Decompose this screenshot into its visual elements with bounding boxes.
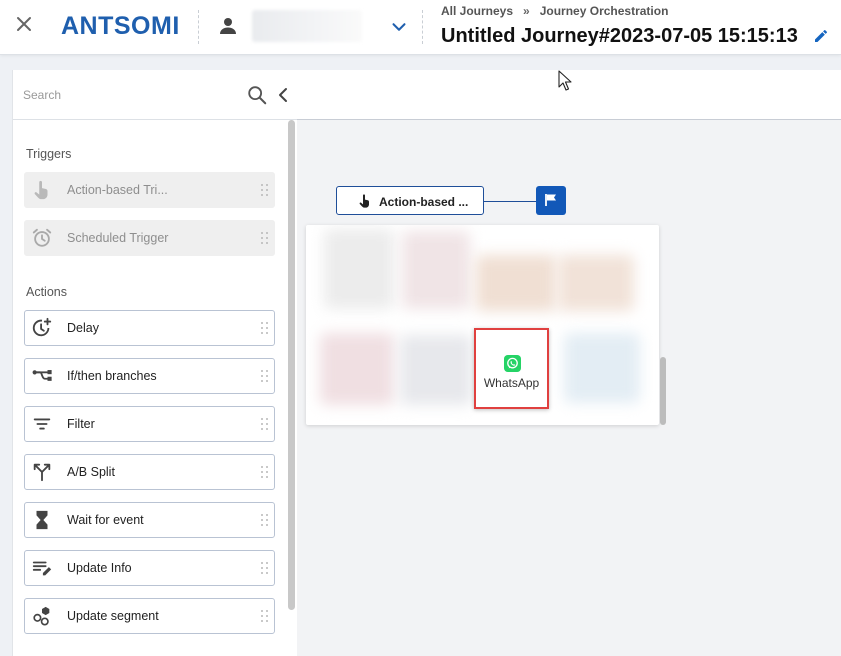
sidebar-item-label: Delay	[67, 321, 99, 335]
drag-handle-icon[interactable]	[261, 466, 269, 480]
chevron-left-icon[interactable]	[276, 87, 290, 103]
chevron-down-icon[interactable]	[388, 16, 410, 38]
sidebar-item-update-info[interactable]: Update Info	[24, 550, 275, 586]
trigger-node[interactable]: Action-based ...	[336, 186, 484, 215]
sidebar-item-label: A/B Split	[67, 465, 115, 479]
sidebar-item-ab-split[interactable]: A/B Split	[24, 454, 275, 490]
mouse-cursor-icon	[558, 70, 572, 91]
blurred-channel-tile[interactable]	[324, 229, 394, 309]
edit-icon[interactable]	[813, 28, 829, 44]
drag-handle-icon[interactable]	[261, 370, 269, 384]
branches-icon	[32, 370, 52, 381]
sidebar-item-scheduled-trigger[interactable]: Scheduled Trigger	[24, 220, 275, 256]
drag-handle-icon[interactable]	[261, 232, 269, 246]
ab-split-icon	[33, 463, 51, 482]
drag-handle-icon[interactable]	[261, 322, 269, 336]
sidebar-item-label: Scheduled Trigger	[67, 231, 169, 245]
sidebar-item-label: Update segment	[67, 609, 159, 623]
antsomi-logo: ANTSOMI	[61, 11, 180, 40]
blurred-channel-tile[interactable]	[402, 231, 470, 309]
sidebar-item-if-then-branches[interactable]: If/then branches	[24, 358, 275, 394]
drag-handle-icon[interactable]	[261, 514, 269, 528]
blurred-channel-tile[interactable]	[558, 255, 634, 311]
node-sidebar: Triggers Action-based Tri... Scheduled T…	[12, 70, 298, 656]
breadcrumb-journey-orchestration[interactable]: Journey Orchestration	[540, 4, 669, 18]
search-input[interactable]	[21, 84, 235, 106]
node-connector	[484, 201, 536, 202]
pointer-hand-icon	[359, 194, 369, 208]
sidebar-item-delay[interactable]: Delay	[24, 310, 275, 346]
sidebar-item-label: Action-based Tri...	[67, 183, 168, 197]
segment-icon	[33, 606, 50, 626]
breadcrumb-all-journeys[interactable]: All Journeys	[441, 4, 513, 18]
canvas-area[interactable]: Action-based ... WhatsApp	[297, 120, 841, 656]
account-icon	[220, 18, 236, 34]
hourglass-icon	[36, 510, 48, 530]
blurred-channel-tile[interactable]	[476, 255, 556, 311]
sidebar-item-label: Filter	[67, 417, 95, 431]
whatsapp-icon	[504, 355, 521, 372]
close-icon[interactable]	[12, 12, 36, 36]
breadcrumb-separator: »	[523, 4, 530, 18]
journey-canvas: Action-based ... WhatsApp	[297, 70, 841, 656]
actions-section-label: Actions	[26, 285, 67, 299]
start-flag-node[interactable]	[536, 186, 566, 215]
channel-picker-popup: WhatsApp	[306, 225, 659, 425]
page-title: Untitled Journey#2023-07-05 15:15:13	[441, 25, 798, 47]
sidebar-scrollbar[interactable]	[288, 120, 295, 610]
search-icon[interactable]	[246, 84, 268, 106]
drag-handle-icon[interactable]	[261, 610, 269, 624]
drag-handle-icon[interactable]	[261, 562, 269, 576]
sidebar-item-label: Wait for event	[67, 513, 144, 527]
search-row	[13, 70, 297, 120]
pointer-hand-icon	[34, 180, 48, 200]
whatsapp-channel-tile[interactable]: WhatsApp	[474, 328, 549, 409]
sidebar-item-update-segment[interactable]: Update segment	[24, 598, 275, 634]
drag-handle-icon[interactable]	[261, 418, 269, 432]
popup-scrollbar[interactable]	[660, 357, 666, 425]
blurred-channel-tile[interactable]	[320, 333, 394, 405]
app-header: ANTSOMI All Journeys » Journey Orchestra…	[0, 0, 841, 55]
sidebar-item-label: If/then branches	[67, 369, 157, 383]
sidebar-item-action-based-trigger[interactable]: Action-based Tri...	[24, 172, 275, 208]
blurred-channel-tile[interactable]	[564, 333, 640, 403]
blurred-channel-tile[interactable]	[400, 335, 472, 405]
header-divider	[422, 10, 423, 44]
sidebar-item-wait-for-event[interactable]: Wait for event	[24, 502, 275, 538]
filter-icon	[33, 418, 51, 430]
breadcrumb: All Journeys » Journey Orchestration	[441, 4, 668, 18]
flag-icon	[545, 194, 556, 206]
header-divider	[198, 10, 199, 44]
delay-clock-icon	[32, 317, 52, 337]
whatsapp-label: WhatsApp	[483, 376, 540, 390]
account-name-blurred	[252, 10, 362, 42]
sidebar-item-filter[interactable]: Filter	[24, 406, 275, 442]
triggers-section-label: Triggers	[26, 147, 72, 161]
alarm-clock-icon	[32, 228, 52, 247]
sidebar-item-label: Update Info	[67, 561, 132, 575]
drag-handle-icon[interactable]	[261, 184, 269, 198]
update-info-icon	[32, 561, 52, 576]
trigger-node-label: Action-based ...	[379, 195, 469, 209]
